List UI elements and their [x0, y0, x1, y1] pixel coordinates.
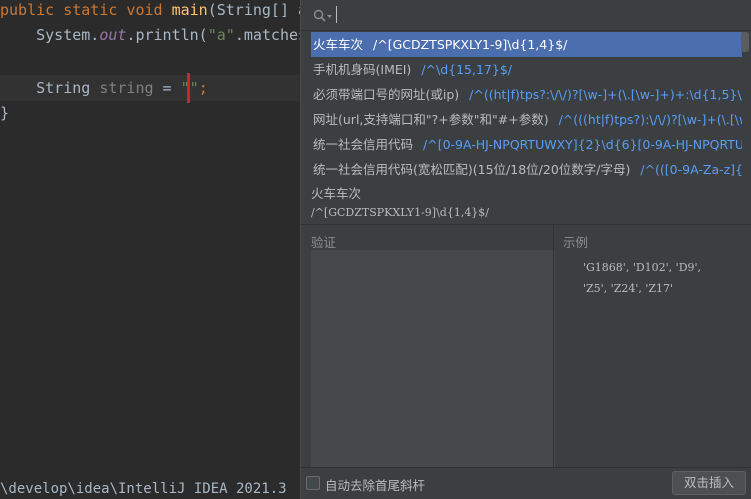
search-input[interactable] [335, 4, 739, 26]
list-item[interactable]: 统一社会信用代码(宽松匹配)(15位/18位/20位数字/字母) /^(([0-9… [311, 157, 742, 182]
list-item[interactable]: 必须带端口号的网址(或ip) /^((ht|f)tps?:\/\/)?[\w-]+… [311, 82, 742, 107]
params-token: (String[] a [207, 1, 308, 19]
type-token: String [0, 79, 100, 97]
matches-token: .matches [234, 26, 308, 44]
example-line: 'G1868', 'D102', 'D9', [583, 261, 702, 274]
list-item-pattern: /^[GCDZTSPKXLY1-9]\d{1,4}$/ [373, 37, 568, 52]
list-item-name: 火车车次 [313, 37, 364, 52]
keyword-token: public static void [0, 1, 172, 19]
popup-footer: 自动去除首尾斜杆 双击插入 [301, 467, 751, 499]
text-cursor [336, 6, 337, 23]
divider [301, 224, 751, 225]
code-line-println: System.out.println("a".matches [0, 23, 307, 47]
code-line-main: public static void main(String[] a [0, 0, 307, 22]
regex-template-popup: 火车车次 /^[GCDZTSPKXLY1-9]\d{1,4}$/ 手机机身码(IM… [300, 0, 751, 499]
example-label: 示例 [563, 235, 589, 250]
list-item-name: 网址(url,支持端口和"?+参数"和"#+参数) [313, 112, 549, 127]
system-token: System. [0, 26, 100, 44]
selected-template-pattern: /^[GCDZTSPKXLY1-9]\d{1,4}$/ [311, 206, 490, 219]
string-literal: "a" [207, 26, 235, 44]
list-item-pattern: /^(([0-9A-Za-z]{15})| [640, 162, 742, 177]
search-bar [301, 0, 751, 31]
code-line-closing-brace: } [0, 104, 10, 122]
scrollbar-thumb[interactable] [741, 32, 749, 52]
list-item-name: 统一社会信用代码(宽松匹配)(15位/18位/20位数字/字母) [313, 162, 631, 177]
list-item-pattern: /^\d{15,17}$/ [421, 62, 512, 77]
list-item-pattern: /^[0-9A-HJ-NPQRTUWXY]{2}\d{6}[0-9A-HJ-NP… [423, 137, 742, 152]
selected-template-name: 火车车次 [311, 186, 362, 201]
assign-token: = [153, 79, 181, 97]
insert-button[interactable]: 双击插入 [672, 471, 746, 495]
out-field-token: out [99, 26, 127, 44]
status-path: \develop\idea\IntelliJ IDEA 2021.3 [0, 481, 287, 497]
search-icon[interactable] [313, 8, 333, 22]
example-line: 'Z5', 'Z24', 'Z17' [583, 282, 674, 295]
strip-slashes-label[interactable]: 自动去除首尾斜杆 [325, 475, 425, 494]
semicolon-token: ; [198, 79, 208, 97]
list-item-pattern: /^((ht|f)tps?:\/\/)?[\w-]+(\.[\w-]+)+:\d… [469, 87, 742, 102]
verify-input[interactable] [311, 250, 555, 470]
list-item-pattern: /^(((ht|f)tps?):\/\/)?[\w-]+(\.[\w-]+)+ [558, 112, 742, 127]
list-item-name: 统一社会信用代码 [313, 137, 414, 152]
code-line-string-decl: String string = ""; [0, 76, 208, 100]
examples-text: 'G1868', 'D102', 'D9', 'Z5', 'Z24', 'Z17… [583, 257, 743, 299]
list-item[interactable]: 统一社会信用代码 /^[0-9A-HJ-NPQRTUWXY]{2}\d{6}[0-… [311, 132, 742, 157]
strip-slashes-checkbox[interactable] [306, 476, 320, 490]
text-caret [187, 73, 190, 103]
verify-label: 验证 [311, 235, 337, 250]
list-item[interactable]: 手机机身码(IMEI) /^\d{15,17}$/ [311, 57, 742, 82]
list-item[interactable]: 网址(url,支持端口和"?+参数"和"#+参数) /^(((ht|f)tps?)… [311, 107, 742, 132]
variable-token: string [99, 79, 154, 97]
list-item-name: 手机机身码(IMEI) [313, 62, 412, 77]
regex-template-list[interactable]: 火车车次 /^[GCDZTSPKXLY1-9]\d{1,4}$/ 手机机身码(IM… [311, 32, 742, 182]
println-token: .println( [126, 26, 208, 44]
list-item-name: 必须带端口号的网址(或ip) [313, 87, 460, 102]
panel-divider [553, 225, 554, 467]
list-scrollbar[interactable] [741, 32, 749, 182]
method-name-token: main [171, 1, 208, 19]
list-item[interactable]: 火车车次 /^[GCDZTSPKXLY1-9]\d{1,4}$/ [311, 32, 742, 57]
